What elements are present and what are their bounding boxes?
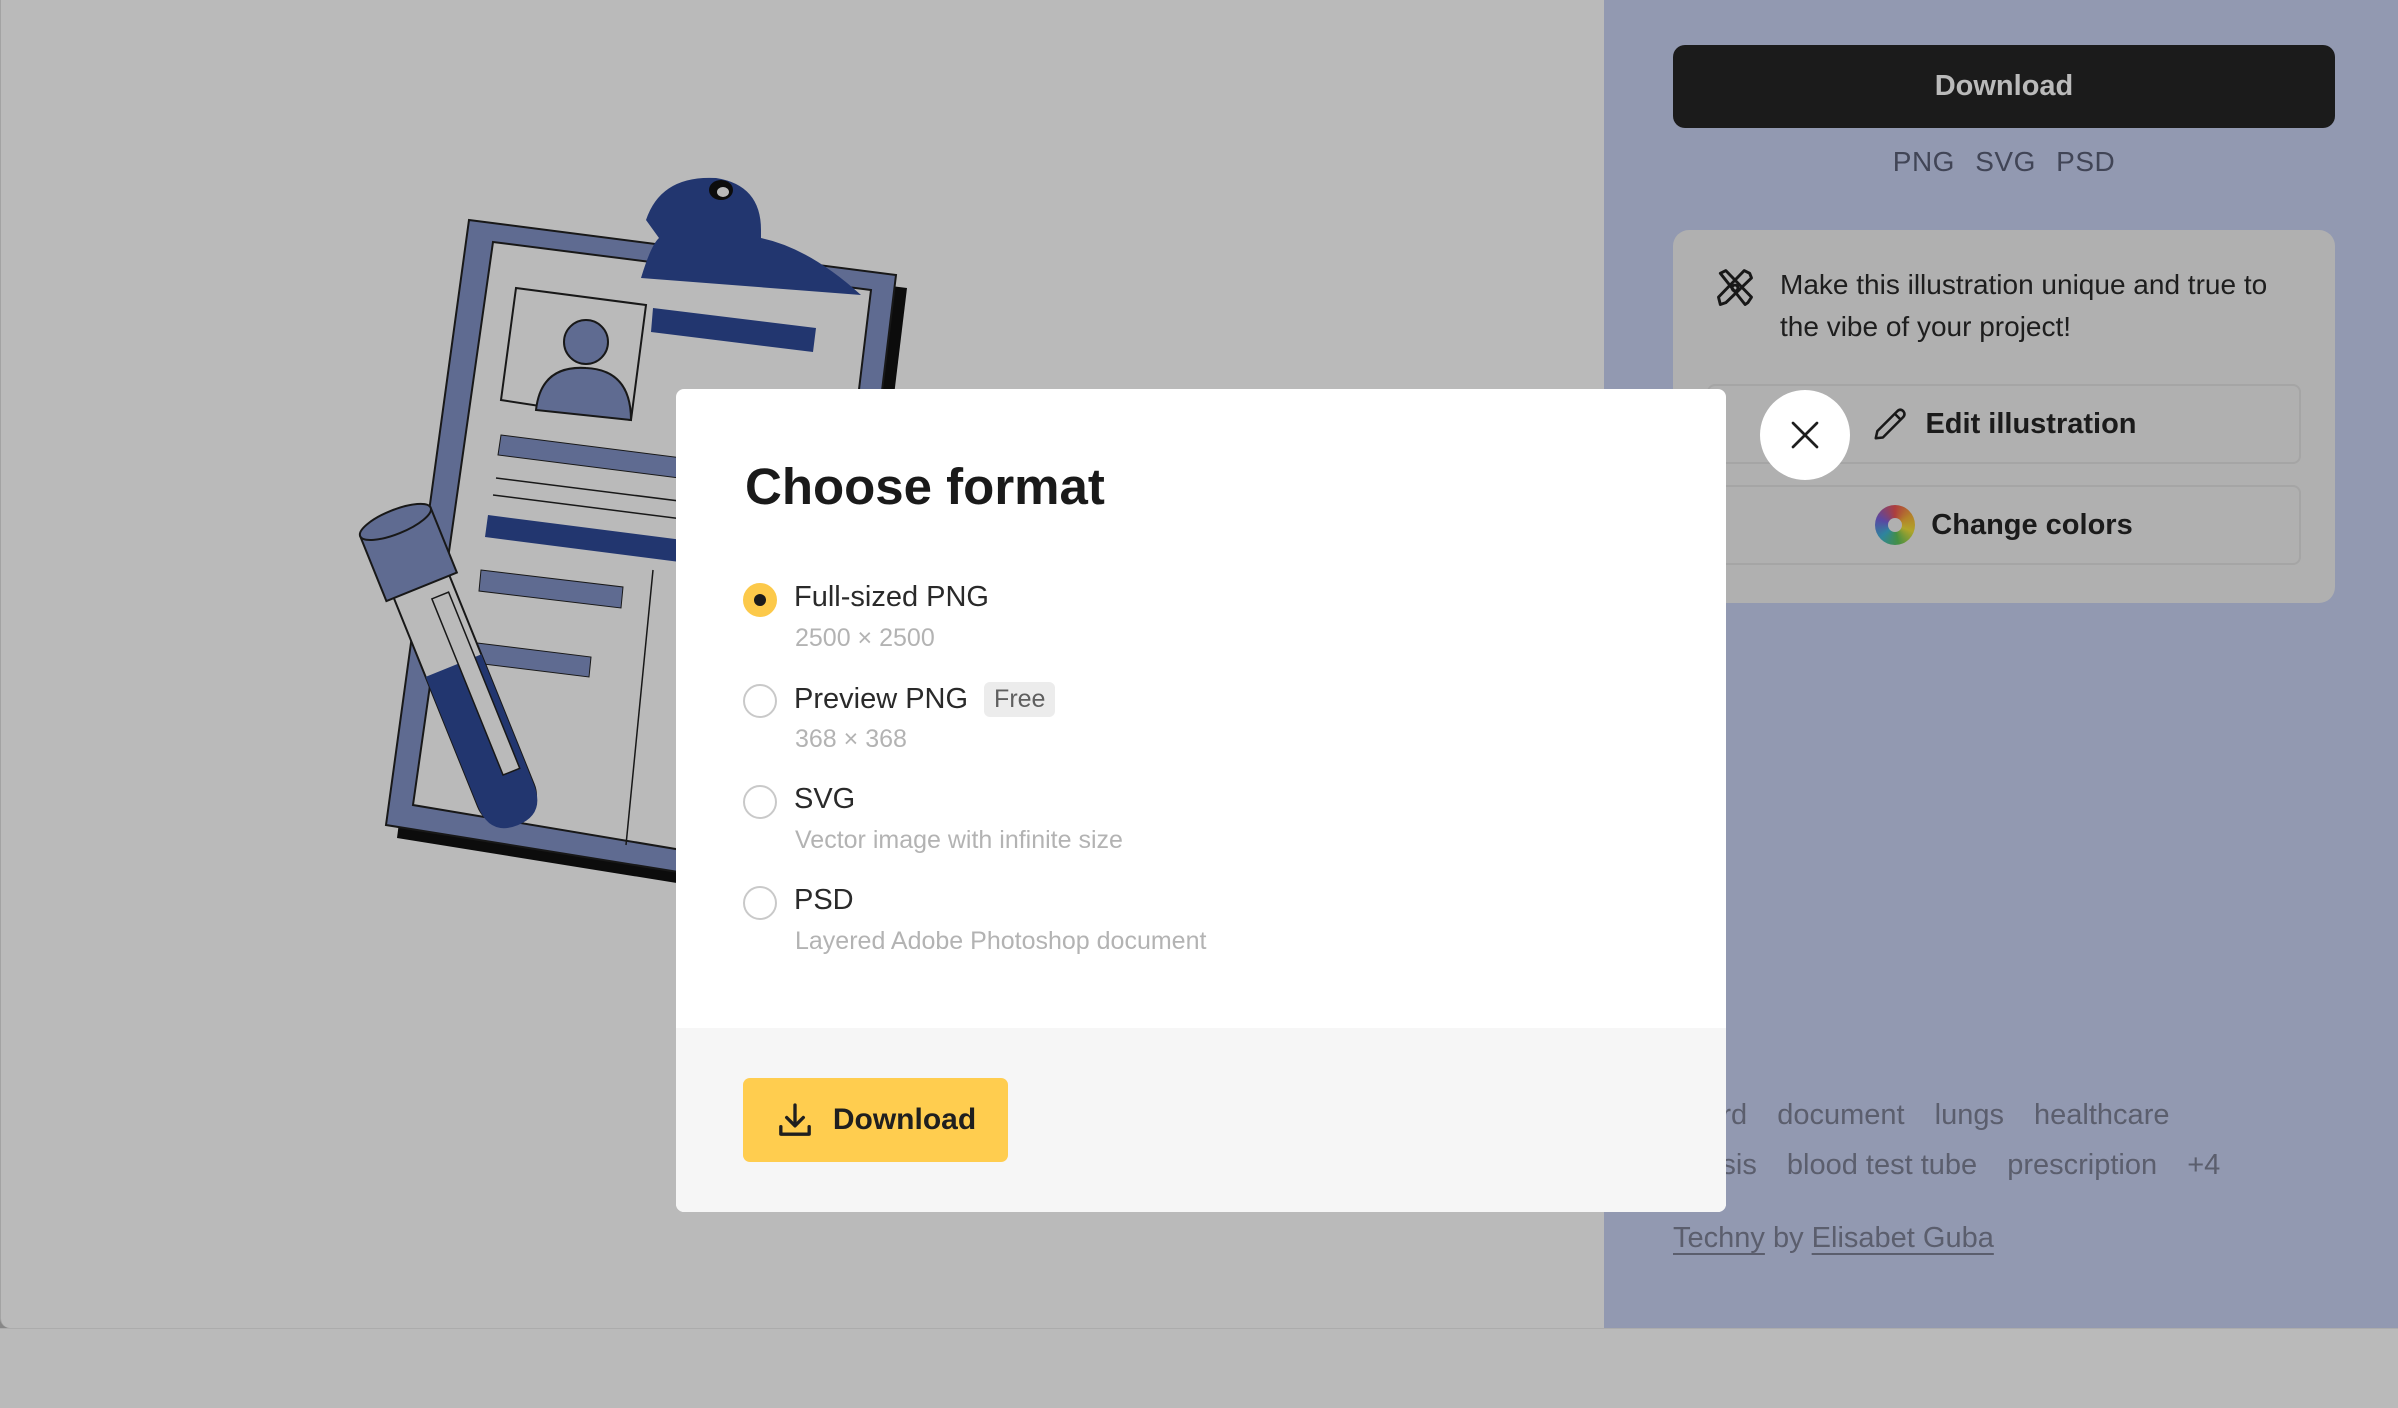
option-description: Vector image with infinite size (795, 826, 1123, 854)
close-dialog-button[interactable] (1760, 390, 1850, 480)
dialog-footer: Download (676, 1028, 1726, 1212)
choose-format-dialog: Choose format Full-sized PNG 2500 × 2500… (676, 389, 1726, 1212)
dialog-title: Choose format (745, 458, 1105, 515)
option-description: Layered Adobe Photoshop document (795, 927, 1207, 955)
close-icon (1791, 421, 1819, 449)
free-badge: Free (984, 682, 1056, 717)
option-label: SVG (794, 783, 856, 815)
option-label: Preview PNG (794, 683, 969, 715)
option-description: 368 × 368 (795, 725, 907, 753)
download-icon (778, 1103, 811, 1136)
dialog-download-label: Download (832, 1103, 977, 1136)
option-description: 2500 × 2500 (795, 624, 935, 652)
radio-button[interactable] (743, 684, 777, 718)
dialog-download-button[interactable]: Download (743, 1078, 1008, 1162)
option-label: PSD (794, 884, 854, 916)
radio-button[interactable] (743, 785, 777, 819)
option-label: Full-sized PNG (794, 581, 989, 613)
radio-button[interactable] (743, 886, 777, 920)
radio-button-checked[interactable] (743, 583, 777, 617)
